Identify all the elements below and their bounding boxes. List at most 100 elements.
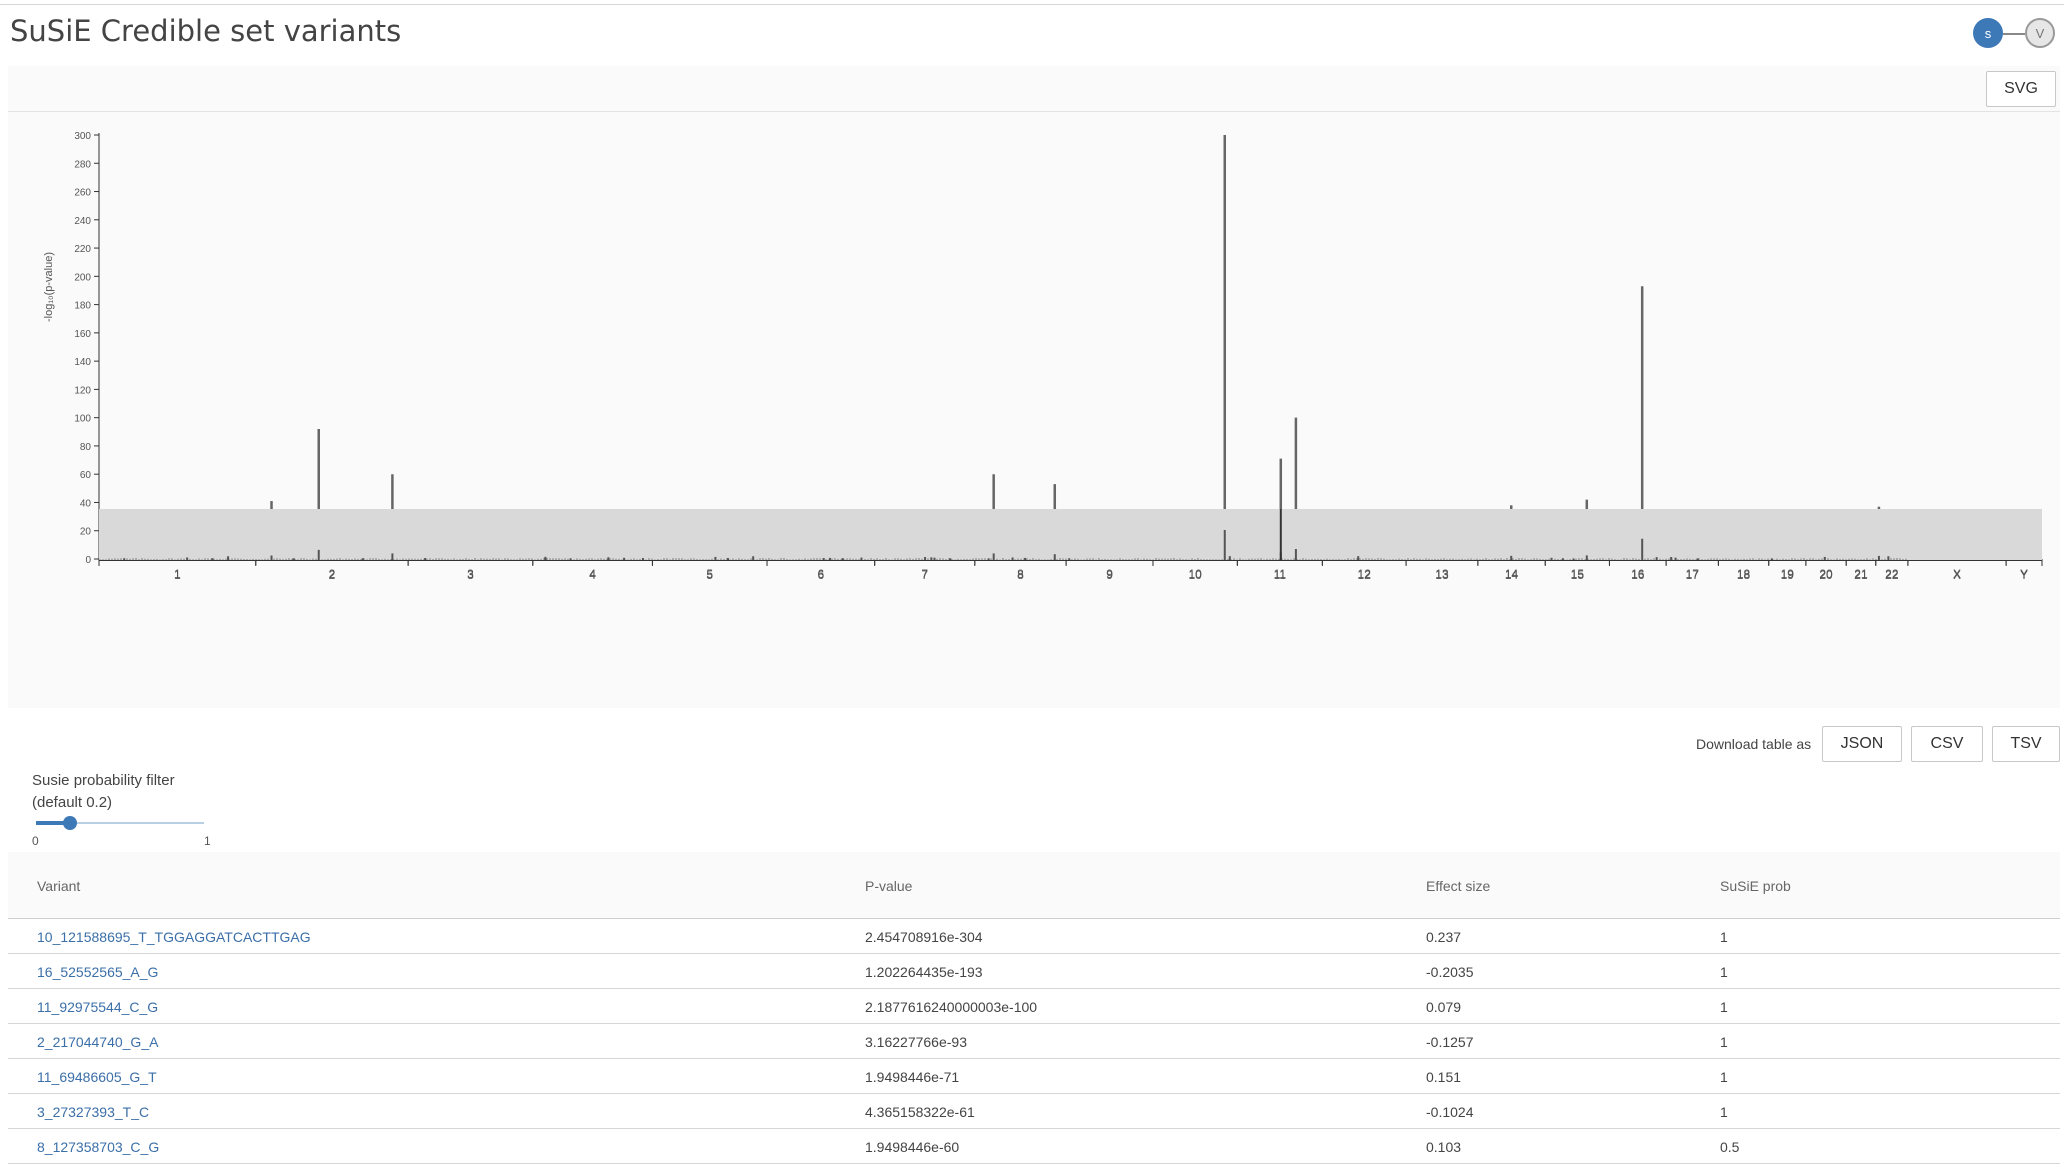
download-label: Download table as <box>1696 736 1812 752</box>
pvalue-cell: 2.1877616240000003e-100 <box>865 999 1038 1015</box>
overview-x-tick-label: 11 <box>1274 568 1287 582</box>
column-header-effect[interactable]: Effect size <box>1426 878 1490 894</box>
table-row: 11_69486605_G_T 1.9498446e-71 0.151 1 <box>8 1059 2060 1094</box>
y-tick-label: 220 <box>74 244 91 255</box>
y-tick-label: 0 <box>85 555 91 566</box>
effect-cell: 0.079 <box>1426 999 1462 1015</box>
effect-cell: -0.2035 <box>1426 964 1474 980</box>
overview-x-tick-label: 18 <box>1737 568 1751 582</box>
y-tick-label: 200 <box>74 272 91 283</box>
overview-x-tick-label: 10 <box>1188 568 1202 582</box>
overview-x-tick-label: 1 <box>174 568 181 582</box>
effect-cell: 0.103 <box>1426 1139 1462 1155</box>
overview-brush[interactable] <box>99 509 2042 560</box>
effect-cell: 0.151 <box>1426 1069 1462 1085</box>
variant-link[interactable]: 16_52552565_A_G <box>37 964 158 980</box>
overview-x-tick-label: 7 <box>921 568 928 582</box>
y-tick-label: 180 <box>74 301 91 312</box>
overview-x-tick-label: 4 <box>589 568 596 582</box>
table-row: 3_27327393_T_C 4.365158322e-61 -0.1024 1 <box>8 1094 2060 1129</box>
overview-x-tick-label: 22 <box>1885 568 1899 582</box>
pvalue-cell: 1.9498446e-60 <box>865 1139 960 1155</box>
table-row: 8_127358703_C_G 1.9498446e-60 0.103 0.5 <box>8 1129 2060 1164</box>
json-download-button[interactable]: JSON <box>1822 726 1902 762</box>
prob-cell: 1 <box>1720 1069 1728 1085</box>
table-row: 10_121588695_T_TGGAGGATCACTTGAG 2.454708… <box>8 919 2060 954</box>
variant-link[interactable]: 10_121588695_T_TGGAGGATCACTTGAG <box>37 929 311 945</box>
filter-title-line2: (default 0.2) <box>32 794 113 811</box>
overview-x-tick-label: 14 <box>1505 568 1519 582</box>
manhattan-plot[interactable]: 0204060801001201401601802002202402602803… <box>8 112 2060 708</box>
overview-x-tick-label: 19 <box>1781 568 1795 582</box>
overview-x-tick-label: X <box>1953 568 1961 582</box>
table-row: 16_52552565_A_G 1.202264435e-193 -0.2035… <box>8 954 2060 989</box>
pvalue-cell: 4.365158322e-61 <box>865 1104 975 1120</box>
effect-cell: -0.1257 <box>1426 1034 1474 1050</box>
csv-download-button[interactable]: CSV <box>1911 726 1983 762</box>
variant-link[interactable]: 11_92975544_C_G <box>37 999 158 1015</box>
overview-x-tick-label: 17 <box>1686 568 1700 582</box>
overview-x-tick-label: 9 <box>1106 568 1113 582</box>
y-tick-label: 280 <box>74 159 91 170</box>
prob-cell: 0.5 <box>1720 1139 1740 1155</box>
effect-cell: -0.1024 <box>1426 1104 1474 1120</box>
variants-table: Variant P-value Effect size SuSiE prob 1… <box>8 852 2060 1164</box>
overview-x-tick-label: 13 <box>1435 568 1449 582</box>
top-divider <box>0 4 2064 5</box>
overview-x-tick-label: 20 <box>1819 568 1833 582</box>
y-tick-label: 160 <box>74 329 91 340</box>
slider-max-label: 1 <box>204 834 211 848</box>
y-tick-label: 60 <box>80 470 92 481</box>
variant-link[interactable]: 3_27327393_T_C <box>37 1104 149 1120</box>
overview-x-tick-label: Y <box>2020 568 2028 582</box>
step-v[interactable]: V <box>2025 18 2055 48</box>
overview-x-tick-label: 6 <box>818 568 825 582</box>
y-tick-label: 240 <box>74 216 91 227</box>
y-tick-label: 80 <box>80 442 92 453</box>
slider-min-label: 0 <box>32 834 39 848</box>
column-header-variant[interactable]: Variant <box>37 878 80 894</box>
y-tick-label: 140 <box>74 357 91 368</box>
probability-slider[interactable] <box>36 816 204 830</box>
prob-cell: 1 <box>1720 999 1728 1015</box>
page-title: SuSiE Credible set variants <box>10 14 402 48</box>
prob-cell: 1 <box>1720 1104 1728 1120</box>
overview-x-tick-label: 21 <box>1854 568 1868 582</box>
filter-title-line1: Susie probability filter <box>32 772 175 789</box>
overview-x-tick-label: 12 <box>1358 568 1372 582</box>
svg-download-button[interactable]: SVG <box>1986 71 2056 107</box>
overview-x-tick-label: 16 <box>1631 568 1645 582</box>
y-axis-label: -log₁₀(p-value) <box>43 252 55 322</box>
column-header-pvalue[interactable]: P-value <box>865 878 912 894</box>
slider-thumb[interactable] <box>62 816 77 830</box>
pvalue-cell: 3.16227766e-93 <box>865 1034 967 1050</box>
table-row: 11_92975544_C_G 2.1877616240000003e-100 … <box>8 989 2060 1024</box>
pvalue-cell: 2.454708916e-304 <box>865 929 983 945</box>
effect-cell: 0.237 <box>1426 929 1462 945</box>
prob-cell: 1 <box>1720 929 1728 945</box>
tsv-download-button[interactable]: TSV <box>1992 726 2060 762</box>
variant-link[interactable]: 8_127358703_C_G <box>37 1139 159 1155</box>
pvalue-cell: 1.9498446e-71 <box>865 1069 960 1085</box>
overview-x-tick-label: 15 <box>1571 568 1585 582</box>
overview-x-tick-label: 5 <box>706 568 713 582</box>
pvalue-cell: 1.202264435e-193 <box>865 964 983 980</box>
variant-link[interactable]: 11_69486605_G_T <box>37 1069 157 1085</box>
y-tick-label: 100 <box>74 414 91 425</box>
overview-x-tick-label: 8 <box>1017 568 1024 582</box>
y-tick-label: 260 <box>74 188 91 199</box>
y-tick-label: 20 <box>80 527 92 538</box>
y-tick-label: 40 <box>80 498 92 509</box>
probability-filter-label: Susie probability filter (default 0.2) <box>32 770 175 814</box>
variant-link[interactable]: 2_217044740_G_A <box>37 1034 158 1050</box>
step-indicator: s V <box>1973 18 2055 52</box>
prob-cell: 1 <box>1720 964 1728 980</box>
y-tick-label: 300 <box>74 131 91 142</box>
overview-x-tick-label: 2 <box>329 568 336 582</box>
prob-cell: 1 <box>1720 1034 1728 1050</box>
step-s[interactable]: s <box>1973 18 2003 48</box>
table-header: Variant P-value Effect size SuSiE prob <box>8 852 2060 919</box>
column-header-susie-prob[interactable]: SuSiE prob <box>1720 878 1791 894</box>
y-tick-label: 120 <box>74 385 91 396</box>
overview-x-tick-label: 3 <box>467 568 474 582</box>
